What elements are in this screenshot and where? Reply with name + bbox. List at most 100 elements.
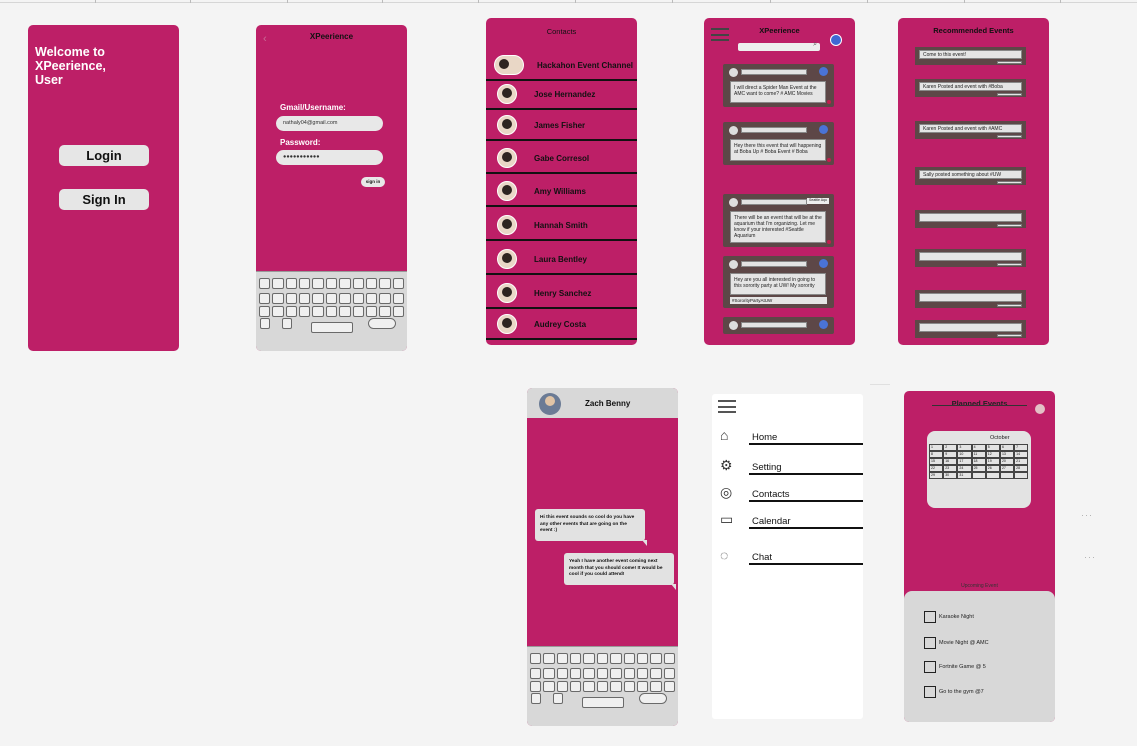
recommended-card[interactable] [915,320,1026,338]
calendar-day[interactable]: 24 [957,465,972,472]
key[interactable] [282,318,292,329]
key[interactable] [365,293,378,304]
key[interactable] [352,293,364,304]
key[interactable] [650,681,662,692]
search-input[interactable]: ⌕ [738,41,820,51]
like-icon[interactable] [827,100,831,104]
post-card[interactable]: Hey there this event that will happening… [723,122,834,165]
key[interactable] [650,653,662,664]
username-input[interactable]: nathaly04@gmail.com [276,116,383,131]
more-icon[interactable]: ··· [1081,510,1093,520]
calendar-day[interactable]: 19 [985,458,1000,465]
key[interactable] [596,668,609,679]
like-icon[interactable] [827,240,831,244]
calendar-day[interactable]: 30 [943,472,958,479]
look-more-button[interactable] [997,181,1022,184]
key[interactable] [639,693,667,704]
contact-row[interactable]: Amy Williams [486,175,637,207]
menu-item-contacts[interactable]: ◎ Contacts [712,485,863,515]
recommended-card[interactable] [915,249,1026,267]
key[interactable] [352,306,364,317]
contact-row[interactable]: Hackahon Event Channel [486,49,637,81]
post-card[interactable]: I will direct a Spider Man Event at the … [723,64,834,107]
message-icon[interactable] [819,125,828,134]
calendar-day[interactable]: 3 [957,444,972,451]
post-card[interactable]: Hey are you all interested in going to t… [723,256,834,308]
calendar-day[interactable]: 17 [957,458,972,465]
key[interactable] [325,306,338,317]
key[interactable] [379,293,391,304]
like-icon[interactable] [827,158,831,162]
key[interactable] [610,668,622,679]
recommended-card[interactable]: Karen Posted and event with #AMC [915,121,1026,139]
profile-avatar[interactable] [1035,404,1045,414]
key[interactable] [339,278,351,289]
key[interactable] [582,697,624,708]
key[interactable] [272,293,284,304]
key[interactable] [392,278,404,289]
more-icon[interactable]: ··· [1084,552,1096,562]
look-more-button[interactable] [997,304,1022,307]
menu-item-chat[interactable]: ◌ Chat [712,548,863,578]
key[interactable] [636,668,649,679]
look-more-button[interactable] [997,263,1022,266]
key[interactable] [636,681,649,692]
key[interactable] [663,653,675,664]
key[interactable] [260,318,270,329]
menu-item-home[interactable]: ⌂ Home [712,428,863,458]
event-checkbox[interactable] [924,661,936,673]
look-more-button[interactable] [997,61,1022,64]
calendar-day[interactable]: 28 [1014,465,1029,472]
key[interactable] [650,668,662,679]
key[interactable] [339,293,351,304]
key[interactable] [368,318,396,329]
key[interactable] [570,668,582,679]
calendar-day[interactable] [985,472,1000,479]
calendar-day[interactable]: 22 [929,465,944,472]
key[interactable] [583,653,595,664]
recommended-card[interactable]: Karen Posted and event with #Boba [915,79,1026,97]
key[interactable] [259,306,271,317]
key[interactable] [285,306,298,317]
key[interactable] [530,681,542,692]
key[interactable] [299,278,311,289]
calendar-day[interactable]: 31 [957,472,972,479]
calendar-day[interactable]: 21 [1014,458,1029,465]
calendar-day[interactable]: 23 [943,465,958,472]
key[interactable] [272,278,284,289]
calendar-day[interactable] [999,472,1015,479]
hamburger-icon[interactable] [718,400,736,413]
key[interactable] [531,693,541,704]
key[interactable] [285,278,298,289]
key[interactable] [299,293,311,304]
key[interactable] [623,653,635,664]
post-card[interactable]: Seattle Aqu There will be an event that w… [723,194,834,247]
calendar-day[interactable]: 1 [929,444,944,451]
key[interactable] [312,293,324,304]
event-checkbox[interactable] [924,611,936,623]
key[interactable] [530,668,542,679]
calendar-day[interactable]: 6 [999,444,1015,451]
calendar-day[interactable]: 4 [971,444,986,451]
password-input[interactable]: ●●●●●●●●●●● [276,150,383,165]
key[interactable] [325,293,338,304]
signin-small-button[interactable]: sign in [361,177,385,187]
calendar-day[interactable]: 26 [985,465,1000,472]
key[interactable] [556,653,569,664]
key[interactable] [259,278,271,289]
keyboard[interactable] [256,271,407,351]
key[interactable] [272,306,284,317]
key[interactable] [379,306,391,317]
calendar-day[interactable]: 2 [943,444,958,451]
key[interactable] [636,653,649,664]
calendar-day[interactable]: 15 [929,458,944,465]
recommended-card[interactable]: Come to this event! [915,47,1026,65]
key[interactable] [663,668,675,679]
key[interactable] [392,293,404,304]
calendar-day[interactable]: 14 [1014,451,1029,458]
key[interactable] [299,306,311,317]
calendar-day[interactable]: 7 [1014,444,1029,451]
key[interactable] [543,681,555,692]
key[interactable] [530,653,542,664]
key[interactable] [570,681,582,692]
